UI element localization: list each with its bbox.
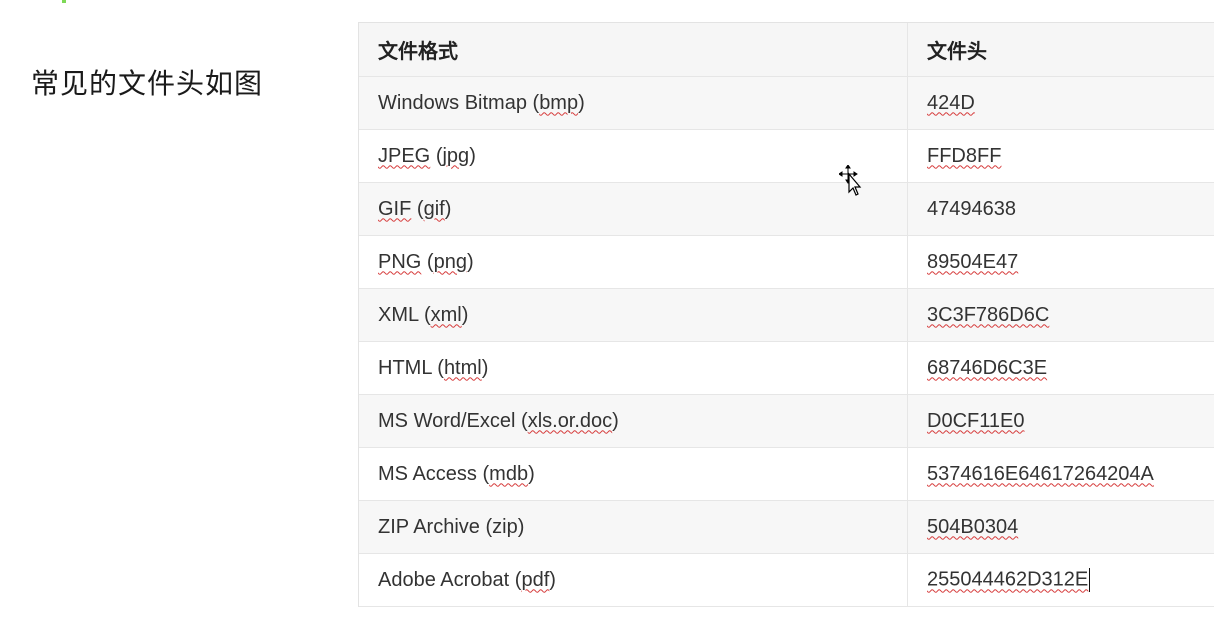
spellcheck-word: png (433, 250, 467, 273)
format-text: Windows Bitmap (bmp) (378, 91, 585, 114)
signature-cell: D0CF11E0 (907, 394, 1214, 448)
format-text: GIF (gif) (378, 197, 452, 220)
table-row: JPEG (jpg) FFD8FF (359, 129, 1214, 183)
file-header-table: 文件格式 文件头 Windows Bitmap (bmp) 424D JPEG … (359, 23, 1214, 607)
signature-text: 47494638 (927, 197, 1016, 220)
spellcheck-word: PNG (378, 250, 422, 273)
column-header-signature: 文件头 (907, 23, 1214, 77)
spellcheck-word: JPEG (378, 144, 431, 167)
format-cell: ZIP Archive (zip) (359, 500, 908, 554)
table-row: XML (xml) 3C3F786D6C (359, 288, 1214, 342)
file-header-table-container: 文件格式 文件头 Windows Bitmap (bmp) 424D JPEG … (358, 22, 1214, 607)
spellcheck-word: html (443, 356, 482, 379)
table-row: Adobe Acrobat (pdf) 255044462D312E (359, 553, 1214, 607)
table-row: MS Word/Excel (xls.or.doc) D0CF11E0 (359, 394, 1214, 448)
table-row: PNG (png) 89504E47 (359, 235, 1214, 289)
signature-text: 3C3F786D6C (927, 303, 1050, 326)
side-caption: 常见的文件头如图 (31, 67, 264, 100)
signature-text: D0CF11E0 (927, 409, 1025, 432)
move-cursor-icon (839, 165, 862, 196)
signature-text: FFD8FF (927, 144, 1002, 167)
column-header-format: 文件格式 (359, 23, 908, 77)
signature-cell: 3C3F786D6C (907, 288, 1214, 342)
table-header-row: 文件格式 文件头 (359, 23, 1214, 77)
signature-text: 89504E47 (927, 250, 1019, 273)
format-cell: Windows Bitmap (bmp) (359, 76, 908, 130)
accent-mark (62, 0, 66, 3)
signature-cell: 424D (907, 76, 1214, 130)
format-cell: HTML (html) (359, 341, 908, 395)
format-text: JPEG (jpg) (378, 144, 476, 167)
table-row: HTML (html) 68746D6C3E (359, 341, 1214, 395)
signature-text: 255044462D312E (927, 568, 1089, 591)
format-text: XML (xml) (378, 303, 469, 326)
format-cell: Adobe Acrobat (pdf) (359, 553, 908, 607)
signature-text: 68746D6C3E (927, 356, 1048, 379)
spellcheck-word: jpg (442, 144, 470, 167)
spellcheck-word: bmp (539, 91, 579, 114)
format-cell: PNG (png) (359, 235, 908, 289)
document-page: 常见的文件头如图 文件格式 文件头 Windows Bitmap (bmp) 4… (0, 0, 1214, 621)
format-cell: JPEG (jpg) (359, 129, 908, 183)
format-text: Adobe Acrobat (pdf) (378, 568, 556, 591)
spellcheck-word: xls.or.doc (527, 409, 613, 432)
format-cell: MS Access (mdb) (359, 447, 908, 501)
spellcheck-word: GIF (378, 197, 412, 220)
format-cell: XML (xml) (359, 288, 908, 342)
spellcheck-word: pdf (521, 568, 550, 591)
table-row: GIF (gif) 47494638 (359, 182, 1214, 236)
signature-cell: 68746D6C3E (907, 341, 1214, 395)
text-caret (1089, 568, 1091, 592)
format-text: MS Access (mdb) (378, 462, 535, 485)
format-text: MS Word/Excel (xls.or.doc) (378, 409, 619, 432)
signature-cell: 47494638 (907, 182, 1214, 236)
spellcheck-word: mdb (489, 462, 529, 485)
signature-cell: 504B0304 (907, 500, 1214, 554)
signature-text: 424D (927, 91, 975, 114)
signature-text: 5374616E64617264204A (927, 462, 1154, 485)
signature-cell[interactable]: 255044462D312E (907, 553, 1214, 607)
signature-cell: FFD8FF (907, 129, 1214, 183)
format-cell: GIF (gif) (359, 182, 908, 236)
signature-cell: 89504E47 (907, 235, 1214, 289)
format-text: HTML (html) (378, 356, 489, 379)
table-row: ZIP Archive (zip) 504B0304 (359, 500, 1214, 554)
table-row: Windows Bitmap (bmp) 424D (359, 76, 1214, 130)
format-text: ZIP Archive (zip) (378, 515, 525, 538)
table-row: MS Access (mdb) 5374616E64617264204A (359, 447, 1214, 501)
signature-cell: 5374616E64617264204A (907, 447, 1214, 501)
spellcheck-word: xml (430, 303, 462, 326)
spellcheck-word: gif (423, 197, 445, 220)
format-cell: MS Word/Excel (xls.or.doc) (359, 394, 908, 448)
signature-text: 504B0304 (927, 515, 1019, 538)
format-text: PNG (png) (378, 250, 474, 273)
